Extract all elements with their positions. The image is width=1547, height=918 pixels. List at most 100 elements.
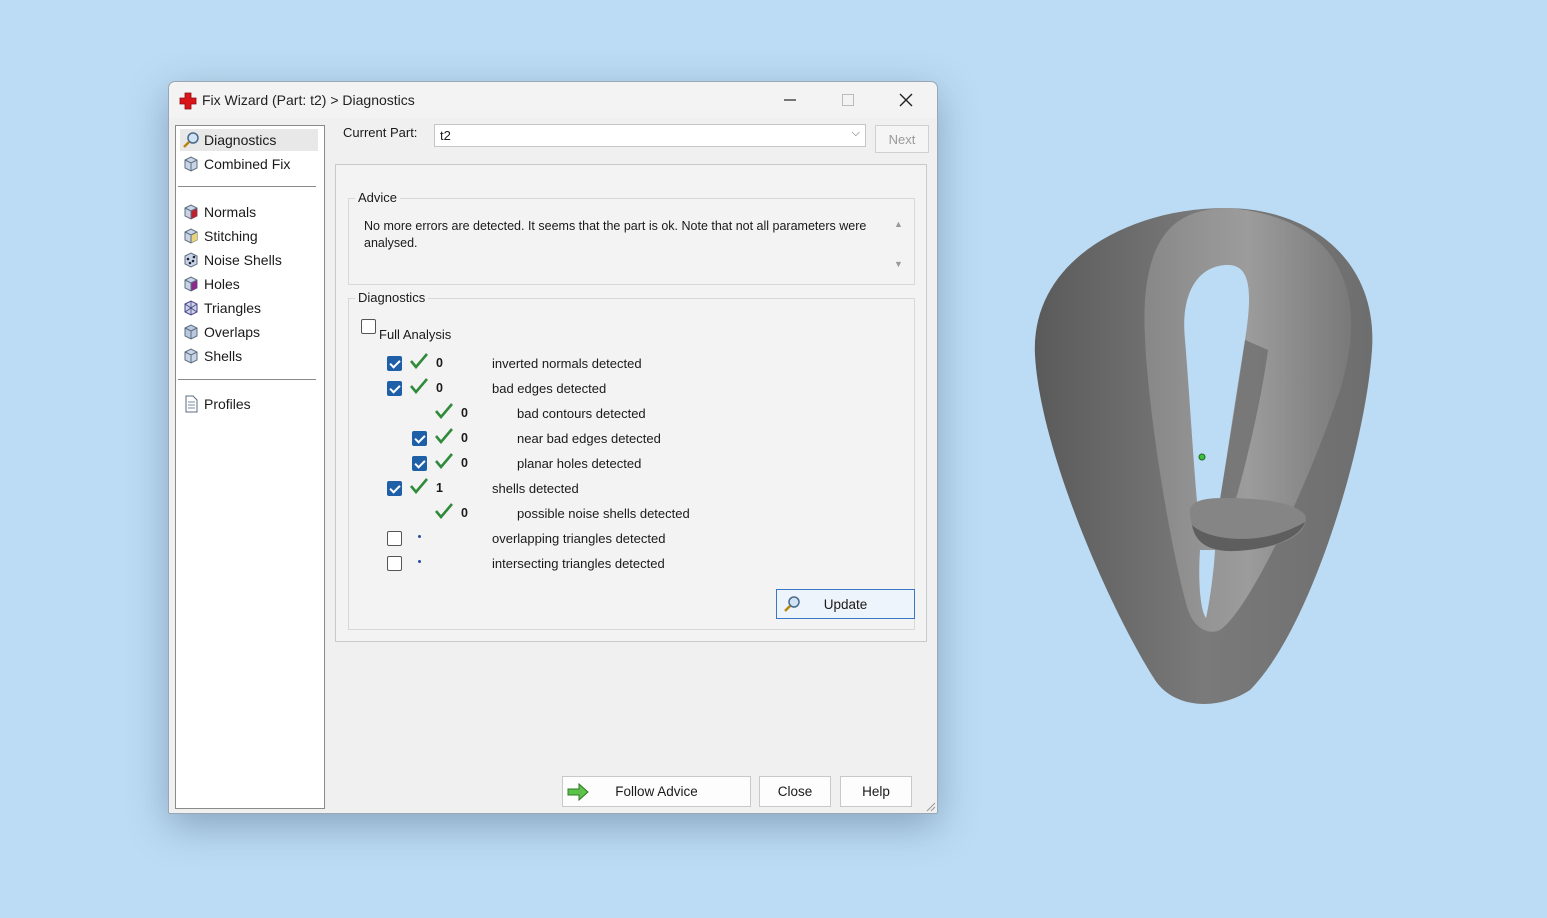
document-icon xyxy=(185,395,198,413)
near-bad-edges-count: 0 xyxy=(461,431,468,445)
bad-contours-count: 0 xyxy=(461,406,468,420)
scroll-down-icon[interactable]: ▼ xyxy=(894,259,903,269)
bad-edges-checkbox[interactable] xyxy=(387,381,402,396)
bad-edges-count: 0 xyxy=(436,381,443,395)
close-icon xyxy=(899,93,913,107)
sidebar-item-diagnostics[interactable]: Diagnostics xyxy=(180,129,318,151)
checkmark-icon xyxy=(435,403,453,419)
triangles-cube-icon xyxy=(184,300,198,316)
sidebar-item-label: Combined Fix xyxy=(204,156,291,172)
near-bad-edges-label: near bad edges detected xyxy=(517,431,661,446)
sidebar-item-label: Diagnostics xyxy=(204,132,277,148)
full-analysis-label: Full Analysis xyxy=(379,327,452,342)
checkmark-icon xyxy=(435,453,453,469)
follow-advice-button[interactable]: Follow Advice xyxy=(562,776,751,807)
shells-label: shells detected xyxy=(492,481,579,496)
intersecting-triangles-checkbox[interactable] xyxy=(387,556,402,571)
planar-holes-label: planar holes detected xyxy=(517,456,642,471)
checkmark-icon xyxy=(435,428,453,444)
diagnostics-panel: Advice No more errors are detected. It s… xyxy=(335,164,927,642)
follow-advice-label: Follow Advice xyxy=(615,784,698,799)
maximize-icon xyxy=(842,94,854,106)
teardrop-link-model xyxy=(1034,208,1373,704)
sidebar-item-label: Profiles xyxy=(204,396,251,412)
cube-hole-icon xyxy=(184,276,198,292)
checkmark-icon xyxy=(410,353,428,369)
minimize-icon xyxy=(784,99,796,101)
current-part-label: Current Part: xyxy=(343,125,418,140)
cube-red-face-icon xyxy=(184,204,198,220)
intersecting-triangles-label: intersecting triangles detected xyxy=(492,556,665,571)
next-button[interactable]: Next xyxy=(875,125,929,153)
magnifier-icon xyxy=(784,596,800,612)
chevron-down-icon: ⌵ xyxy=(851,127,860,139)
sidebar-item-overlaps[interactable]: Overlaps xyxy=(180,321,318,343)
3d-model-view[interactable] xyxy=(1010,190,1410,720)
near-bad-edges-checkbox[interactable] xyxy=(412,431,427,446)
update-button[interactable]: Update xyxy=(776,589,915,619)
red-cross-icon xyxy=(179,92,197,110)
diagnostics-title: Diagnostics xyxy=(355,290,429,305)
shell-cube-icon xyxy=(184,348,198,364)
sidebar-separator xyxy=(178,379,316,380)
sidebar-item-normals[interactable]: Normals xyxy=(180,201,318,223)
sidebar-item-label: Overlaps xyxy=(204,324,261,340)
help-button[interactable]: Help xyxy=(840,776,912,807)
pending-dot-icon xyxy=(418,535,421,538)
sidebar-item-noise-shells[interactable]: Noise Shells xyxy=(180,249,318,271)
scroll-up-icon[interactable]: ▲ xyxy=(894,219,903,229)
update-label: Update xyxy=(823,596,868,612)
sidebar-separator xyxy=(178,186,316,187)
sidebar-item-triangles[interactable]: Triangles xyxy=(180,297,318,319)
noise-cube-icon xyxy=(184,252,198,268)
inverted-normals-count: 0 xyxy=(436,356,443,370)
current-part-value: t2 xyxy=(440,128,451,143)
arrow-right-icon xyxy=(567,783,589,801)
noise-shells-label: possible noise shells detected xyxy=(517,506,690,521)
wizard-sidebar: Diagnostics Combined Fix Normals Stitchi… xyxy=(175,125,325,809)
sidebar-item-profiles[interactable]: Profiles xyxy=(180,393,318,415)
window-title: Fix Wizard (Part: t2) > Diagnostics xyxy=(202,92,415,108)
cube-icon xyxy=(184,156,198,172)
planar-holes-checkbox[interactable] xyxy=(412,456,427,471)
minimize-button[interactable] xyxy=(767,86,813,114)
inverted-normals-label: inverted normals detected xyxy=(492,356,642,371)
overlap-cube-icon xyxy=(184,324,198,340)
shells-checkbox[interactable] xyxy=(387,481,402,496)
full-analysis-checkbox[interactable] xyxy=(361,319,376,334)
checkmark-icon xyxy=(410,378,428,394)
inverted-normals-checkbox[interactable] xyxy=(387,356,402,371)
advice-title: Advice xyxy=(355,190,401,205)
sidebar-item-label: Holes xyxy=(204,276,240,292)
title-bar[interactable]: Fix Wizard (Part: t2) > Diagnostics xyxy=(169,82,937,118)
advice-text: No more errors are detected. It seems th… xyxy=(364,219,867,250)
checkmark-icon xyxy=(435,503,453,519)
sidebar-item-holes[interactable]: Holes xyxy=(180,273,318,295)
sidebar-item-combined-fix[interactable]: Combined Fix xyxy=(180,153,318,175)
close-button[interactable]: Close xyxy=(759,776,831,807)
maximize-button[interactable] xyxy=(825,86,871,114)
checkmark-icon xyxy=(410,478,428,494)
diagnostics-group: Diagnostics Full Analysis 0 inverted nor… xyxy=(348,290,915,630)
bad-contours-label: bad contours detected xyxy=(517,406,646,421)
pending-dot-icon xyxy=(418,560,421,563)
advice-group: Advice No more errors are detected. It s… xyxy=(348,190,915,285)
magnifier-icon xyxy=(183,132,199,148)
sidebar-item-label: Normals xyxy=(204,204,257,220)
sidebar-item-label: Triangles xyxy=(204,300,262,316)
advice-scrollbar[interactable]: ▲ ▼ xyxy=(890,217,908,271)
current-part-select[interactable]: t2 ⌵ xyxy=(434,124,866,147)
overlapping-triangles-label: overlapping triangles detected xyxy=(492,531,666,546)
fix-wizard-window: Fix Wizard (Part: t2) > Diagnostics Diag… xyxy=(168,81,938,814)
cube-yellow-face-icon xyxy=(184,228,198,244)
overlapping-triangles-checkbox[interactable] xyxy=(387,531,402,546)
shells-count: 1 xyxy=(436,481,443,495)
sidebar-item-label: Shells xyxy=(204,348,243,364)
planar-holes-count: 0 xyxy=(461,456,468,470)
bad-edges-label: bad edges detected xyxy=(492,381,607,396)
sidebar-item-stitching[interactable]: Stitching xyxy=(180,225,318,247)
close-window-button[interactable] xyxy=(883,86,929,114)
resize-grip-icon[interactable] xyxy=(924,800,936,812)
sidebar-item-label: Stitching xyxy=(204,228,258,244)
sidebar-item-shells[interactable]: Shells xyxy=(180,345,318,367)
